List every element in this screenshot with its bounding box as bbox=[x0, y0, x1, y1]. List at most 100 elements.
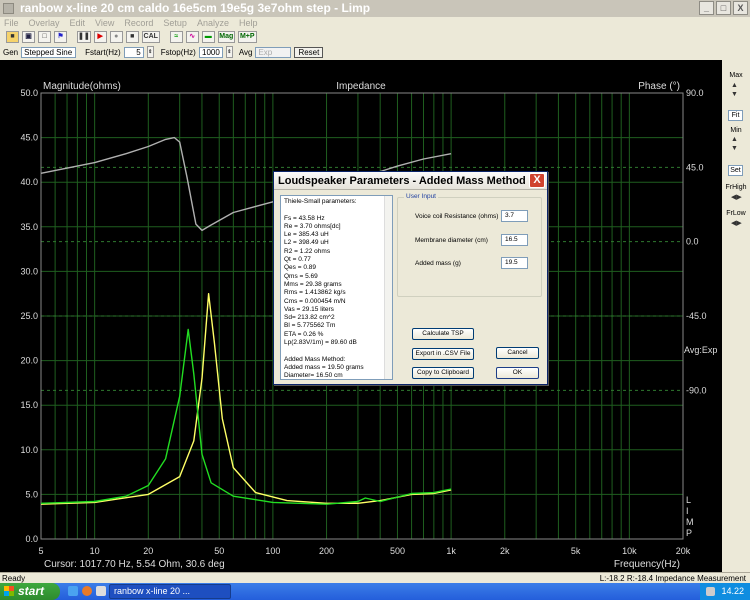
mag-phase-button[interactable]: M+P bbox=[237, 30, 257, 43]
y-tick-label: 25.0 bbox=[20, 311, 38, 321]
ts-line bbox=[284, 206, 389, 214]
new-file-icon[interactable]: □ bbox=[38, 30, 51, 43]
ts-scrollbar[interactable] bbox=[384, 196, 392, 379]
x-tick-label: 200 bbox=[319, 546, 334, 556]
avg-select[interactable]: Exp bbox=[255, 46, 292, 58]
set-button[interactable]: Set bbox=[728, 165, 743, 176]
cal-button[interactable]: CAL bbox=[141, 30, 160, 43]
x-axis-title: Frequency(Hz) bbox=[614, 559, 680, 570]
generator-value: Stepped Sine bbox=[24, 47, 73, 57]
voice-coil-input[interactable]: 3.7 bbox=[501, 210, 528, 222]
y-tick-label: 5.0 bbox=[25, 489, 38, 499]
reset-button[interactable]: Reset bbox=[294, 46, 324, 58]
spectrum-icon[interactable]: ≈ bbox=[169, 30, 183, 43]
mag-button[interactable]: Mag bbox=[217, 30, 235, 43]
fstop-input[interactable]: 1000 bbox=[198, 46, 223, 58]
avg-indicator: Avg:Exp bbox=[684, 345, 717, 355]
fit-button[interactable]: Fit bbox=[728, 110, 743, 121]
x-tick-label: 10k bbox=[622, 546, 637, 556]
x-tick-label: 20k bbox=[676, 546, 691, 556]
dialog-title[interactable]: Loudspeaker Parameters - Added Mass Meth… bbox=[274, 172, 547, 190]
window-title-bar[interactable]: ranbow x-line 20 cm caldo 16e5cm 19e5g 3… bbox=[0, 0, 750, 17]
show-desktop-icon[interactable] bbox=[68, 586, 78, 596]
firefox-icon[interactable] bbox=[82, 586, 92, 596]
limp-letter: P bbox=[686, 528, 692, 538]
max-up-icon[interactable]: ▲ bbox=[731, 82, 738, 89]
frhigh-arrows-icon[interactable]: ◀▶ bbox=[731, 193, 742, 201]
menu-view[interactable]: View bbox=[95, 17, 114, 29]
y-tick-label: 15.0 bbox=[20, 400, 38, 410]
flag-icon[interactable]: ⚑ bbox=[54, 30, 67, 43]
generator-select[interactable]: Stepped Sine bbox=[21, 46, 77, 58]
copy-clipboard-button[interactable]: Copy to Clipboard bbox=[412, 367, 474, 379]
min-up-icon[interactable]: ▲ bbox=[731, 136, 738, 143]
ok-button[interactable]: OK bbox=[496, 367, 539, 379]
explorer-icon[interactable] bbox=[96, 586, 106, 596]
added-mass-label: Added mass (g) bbox=[415, 260, 461, 267]
max-down-icon[interactable]: ▼ bbox=[731, 91, 738, 98]
user-input-group: User Input Voice coil Resistance (ohms) … bbox=[397, 193, 542, 297]
y-tick-label: 30.0 bbox=[20, 266, 38, 276]
menu-edit[interactable]: Edit bbox=[70, 17, 86, 29]
menu-help[interactable]: Help bbox=[239, 17, 258, 29]
x-tick-label: 1k bbox=[446, 546, 456, 556]
menu-record[interactable]: Record bbox=[124, 17, 153, 29]
stop-icon[interactable]: ■ bbox=[125, 30, 139, 43]
window-controls: _ □ X bbox=[699, 1, 748, 15]
menu-overlay[interactable]: Overlay bbox=[29, 17, 60, 29]
dialog-close-button[interactable]: X bbox=[529, 173, 545, 188]
export-csv-button[interactable]: Export in .CSV File bbox=[412, 348, 474, 360]
cancel-button[interactable]: Cancel bbox=[496, 347, 539, 359]
waveform-icon[interactable]: ∿ bbox=[185, 30, 199, 43]
added-mass-input[interactable]: 19.5 bbox=[501, 257, 528, 269]
open-folder-icon[interactable]: ■ bbox=[6, 30, 19, 43]
play-icon[interactable]: ▶ bbox=[93, 30, 107, 43]
taskbar-item-limp[interactable]: ranbow x-line 20 ... bbox=[109, 584, 231, 599]
ts-line: Added Mass Method: bbox=[284, 355, 346, 363]
ts-line: Le = 385.43 uH bbox=[284, 231, 329, 239]
maximize-button[interactable]: □ bbox=[716, 1, 731, 15]
y-tick-label: 35.0 bbox=[20, 222, 38, 232]
ts-line: Fs = 43.58 Hz bbox=[284, 214, 325, 222]
fstop-spin-icon[interactable]: ⇕ bbox=[225, 46, 233, 58]
ts-line: Diameter= 16.50 cm bbox=[284, 372, 343, 380]
ts-line: Vas = 29.15 liters bbox=[284, 305, 334, 313]
min-down-icon[interactable]: ▼ bbox=[731, 145, 738, 152]
voice-coil-label: Voice coil Resistance (ohms) bbox=[415, 213, 499, 220]
avg-label: Avg bbox=[238, 47, 253, 57]
minimize-button[interactable]: _ bbox=[699, 1, 714, 15]
min-label: Min bbox=[730, 127, 742, 134]
chart-title: Impedance bbox=[336, 81, 386, 92]
close-window-button[interactable]: X bbox=[733, 1, 748, 15]
status-text: Ready bbox=[2, 574, 26, 583]
pause-icon[interactable]: ❚❚ bbox=[77, 30, 91, 43]
menu-setup[interactable]: Setup bbox=[163, 17, 187, 29]
membrane-diameter-input[interactable]: 16.5 bbox=[501, 234, 528, 246]
save-icon[interactable]: ▣ bbox=[22, 30, 35, 43]
clock: 14.22 bbox=[721, 586, 744, 596]
y2-axis-title: Phase (°) bbox=[638, 81, 680, 92]
ts-line: Rms = 1.413862 kg/s bbox=[284, 289, 346, 297]
y2-tick-label: -45.0 bbox=[686, 311, 707, 321]
y-tick-label: 20.0 bbox=[20, 356, 38, 366]
x-tick-label: 5k bbox=[571, 546, 581, 556]
record-icon[interactable]: ● bbox=[109, 30, 123, 43]
ts-line: Added mass = 19.50 grams bbox=[284, 363, 364, 371]
fstart-spin-icon[interactable]: ⇕ bbox=[146, 46, 154, 58]
x-tick-label: 50 bbox=[214, 546, 224, 556]
calculate-tsp-button[interactable]: Calculate TSP bbox=[412, 328, 474, 340]
ts-line: Qms = 5.69 bbox=[284, 272, 318, 280]
y-axis-title: Magnitude(ohms) bbox=[43, 81, 121, 92]
start-button[interactable]: start bbox=[0, 583, 60, 600]
ts-line: Cms = 0.000454 m/N bbox=[284, 297, 346, 305]
limp-letter: I bbox=[686, 506, 689, 516]
fstart-input[interactable]: 5 bbox=[123, 46, 144, 58]
tray-icon[interactable] bbox=[706, 587, 715, 596]
scope-icon[interactable]: ▬ bbox=[201, 30, 215, 43]
menu-analyze[interactable]: Analyze bbox=[197, 17, 229, 29]
max-label: Max bbox=[729, 72, 743, 79]
ts-parameters-textbox[interactable]: Thiele-Small parameters: Fs = 43.58 Hz Re… bbox=[280, 195, 393, 380]
frlow-arrows-icon[interactable]: ◀▶ bbox=[731, 219, 742, 227]
menu-file[interactable]: File bbox=[4, 17, 19, 29]
user-input-legend: User Input bbox=[404, 193, 438, 200]
